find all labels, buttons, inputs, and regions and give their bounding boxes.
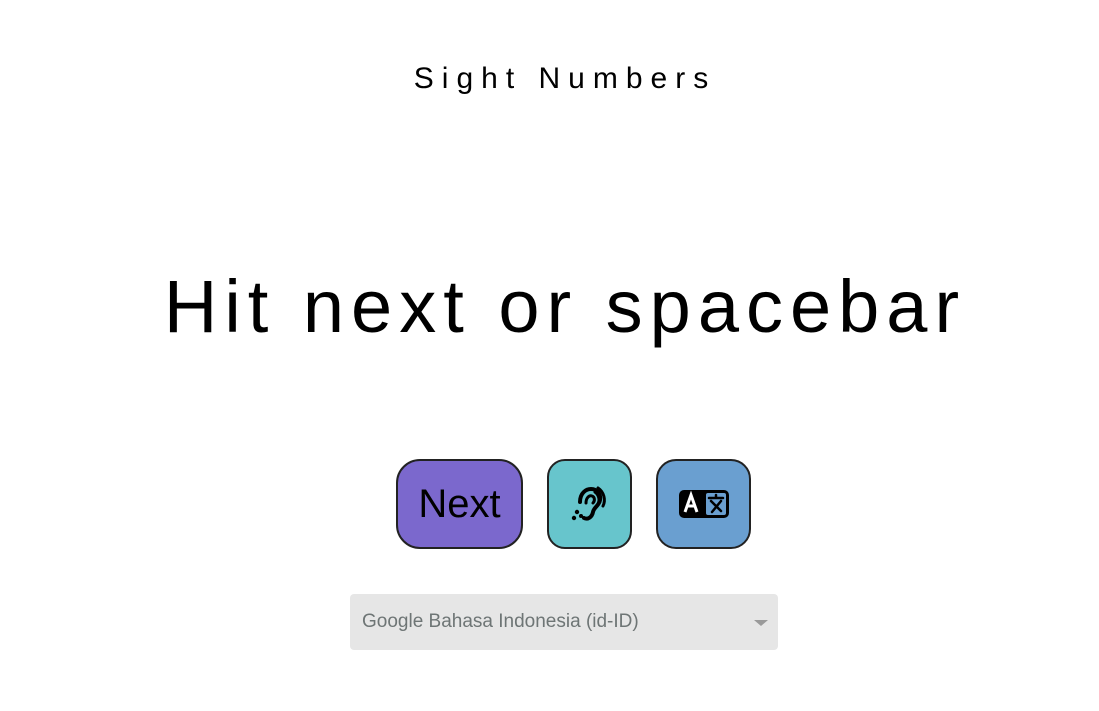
next-button[interactable]: Next bbox=[396, 459, 523, 549]
translate-icon bbox=[678, 490, 729, 518]
prompt-text: Hit next or spacebar bbox=[163, 265, 967, 348]
voice-select-value: Google Bahasa Indonesia (id-ID) bbox=[362, 611, 639, 632]
ear-listen-icon bbox=[571, 486, 606, 521]
chevron-down-icon bbox=[754, 620, 768, 626]
next-button-label: Next bbox=[418, 481, 501, 526]
app-page: Sight Numbers Hit next or spacebar Next bbox=[0, 0, 1099, 711]
hear-button[interactable] bbox=[547, 459, 632, 549]
voice-select[interactable]: Google Bahasa Indonesia (id-ID) bbox=[350, 594, 778, 650]
translate-button[interactable] bbox=[656, 459, 751, 549]
app-title: Sight Numbers bbox=[413, 62, 717, 95]
